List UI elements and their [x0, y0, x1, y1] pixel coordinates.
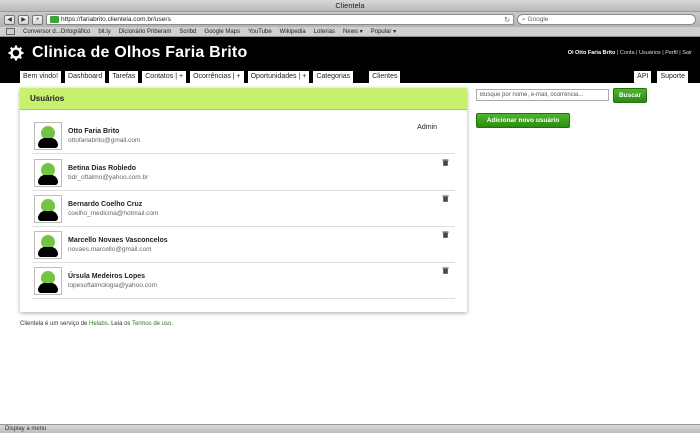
- bookmark-item[interactable]: Dicionário Priberam: [119, 29, 172, 35]
- user-row: Bernardo Coelho Cruz coelho_medicina@hot…: [32, 191, 455, 227]
- footer: Clientela é um serviço de Helabs. Leia o…: [20, 321, 173, 327]
- trash-icon[interactable]: [442, 159, 449, 166]
- user-email: coelho_medicina@hotmail.com: [68, 209, 159, 217]
- footer-text: Clientela é um serviço de: [20, 321, 88, 327]
- tab-categorias[interactable]: Categorias: [313, 71, 354, 83]
- site-identity-icon: [50, 16, 59, 23]
- tab-contatos[interactable]: Contatos | +: [142, 71, 187, 83]
- forward-button[interactable]: ▶: [18, 14, 29, 25]
- add-user-button[interactable]: Adicionar novo usuário: [476, 113, 570, 128]
- terms-link[interactable]: Termos de uso: [132, 321, 171, 327]
- tab-oportunidades[interactable]: Oportunidades | +: [247, 71, 310, 83]
- avatar: [34, 266, 62, 295]
- bookmark-item[interactable]: Conversor d...Ortográfico: [23, 29, 90, 35]
- tab-bem-vindo[interactable]: Bem vindo!: [20, 71, 62, 83]
- avatar: [34, 158, 62, 187]
- bookmark-item[interactable]: Loterias: [314, 29, 335, 35]
- page-title: Clinica de Olhos Faria Brito: [32, 44, 248, 61]
- avatar: [34, 194, 62, 223]
- bookmark-item[interactable]: News ▾: [343, 28, 363, 35]
- user-email: lopesoftalmologia@yahoo.com: [68, 281, 157, 289]
- user-search-input[interactable]: [476, 89, 609, 101]
- trash-icon[interactable]: [442, 267, 449, 274]
- user-email: bdr_oftalmo@yahoo.com.br: [68, 173, 149, 181]
- main-nav: Bem vindo! Dashboard Tarefas Contatos | …: [0, 69, 700, 83]
- user-name[interactable]: Betina Dias Robledo: [68, 165, 148, 172]
- user-links: Oi Otto Faria Brito | Conta | Usuários |…: [568, 50, 692, 56]
- tab-suporte[interactable]: Suporte: [657, 71, 688, 83]
- tab-api[interactable]: API: [634, 71, 652, 83]
- trash-icon[interactable]: [442, 231, 449, 238]
- user-row: Úrsula Medeiros Lopes lopesoftalmologia@…: [32, 263, 455, 299]
- user-name[interactable]: Úrsula Medeiros Lopes: [68, 273, 157, 280]
- bookmark-item[interactable]: Google Maps: [204, 29, 240, 35]
- bookmark-item[interactable]: Scribd: [179, 29, 196, 35]
- avatar: [34, 121, 62, 150]
- add-bookmark-button[interactable]: +: [32, 14, 43, 25]
- avatar: [34, 230, 62, 259]
- reload-icon[interactable]: ↻: [504, 16, 510, 24]
- user-row: Marcello Novaes Vasconcelos novaes.marce…: [32, 227, 455, 263]
- bookmark-item[interactable]: Popular ▾: [371, 28, 396, 35]
- address-text: https://fariabrito.clientela.com.br/user…: [61, 16, 171, 23]
- bookmark-item[interactable]: YouTube: [248, 29, 272, 35]
- account-links[interactable]: | Conta | Usuários | Perfil | Sair: [617, 50, 692, 56]
- user-name[interactable]: Marcello Novaes Vasconcelos: [68, 237, 168, 244]
- user-email: novaes.marcello@gmail.com: [68, 245, 152, 253]
- bookmarks-bar: Conversor d...Ortográfico bit.ly Dicioná…: [0, 27, 700, 37]
- helabs-link[interactable]: Helabs: [89, 321, 108, 327]
- tab-dashboard[interactable]: Dashboard: [65, 71, 106, 83]
- footer-text-end: .: [171, 321, 174, 327]
- address-bar[interactable]: https://fariabrito.clientela.com.br/user…: [46, 14, 514, 25]
- status-bar: Display a menu: [0, 424, 700, 433]
- window-titlebar: Clientela: [0, 0, 700, 12]
- tab-clientes[interactable]: Clientes: [369, 71, 401, 83]
- status-text: Display a menu: [5, 426, 47, 432]
- tab-tarefas[interactable]: Tarefas: [109, 71, 139, 83]
- user-name[interactable]: Otto Faria Brito: [68, 128, 140, 135]
- browser-toolbar: ◀ ▶ + https://fariabrito.clientela.com.b…: [0, 12, 700, 27]
- trash-icon[interactable]: [442, 195, 449, 202]
- bookmarks-icon[interactable]: [6, 28, 15, 35]
- back-button[interactable]: ◀: [4, 14, 15, 25]
- user-row: Betina Dias Robledo bdr_oftalmo@yahoo.co…: [32, 155, 455, 191]
- panel-title: Usuários: [20, 88, 467, 110]
- user-row: Otto Faria Brito ottofariabrito@gmail.co…: [32, 118, 455, 154]
- google-search-input[interactable]: ⌕ Google: [517, 14, 696, 25]
- user-email: ottofariabrito@gmail.com: [68, 136, 141, 144]
- search-button[interactable]: Buscar: [613, 88, 647, 103]
- window-title: Clientela: [335, 1, 365, 10]
- google-search-placeholder: Google: [527, 16, 549, 23]
- bookmark-item[interactable]: Wikipedia: [280, 29, 306, 35]
- gear-icon: [8, 45, 24, 61]
- tab-ocorrencias[interactable]: Ocorrências | +: [190, 71, 244, 83]
- footer-text-middle: . Leia os: [107, 321, 131, 327]
- users-panel: Usuários Otto Faria Brito ottofariabrito…: [20, 88, 467, 312]
- app-header: Clinica de Olhos Faria Brito Oi Otto Far…: [0, 37, 700, 69]
- bookmark-item[interactable]: bit.ly: [98, 29, 110, 35]
- user-name[interactable]: Bernardo Coelho Cruz: [68, 201, 158, 208]
- user-greeting[interactable]: Oi Otto Faria Brito: [568, 50, 616, 56]
- role-label: Admin: [417, 124, 437, 131]
